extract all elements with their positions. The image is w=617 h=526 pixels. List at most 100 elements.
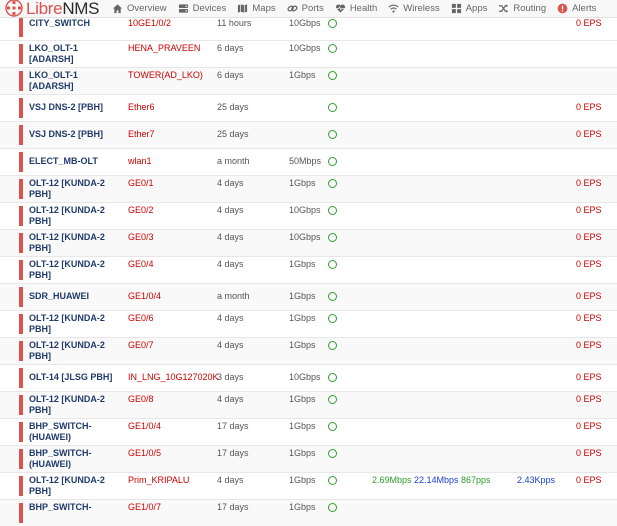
port-row[interactable]: OLT-12 [KUNDA-2 PBH] GE0/3 4 days 10Gbps… <box>0 229 617 256</box>
port-link[interactable]: GE0/8 <box>128 394 154 405</box>
status-bar <box>19 16 23 37</box>
speed-value: 10Gbps <box>289 372 321 382</box>
device-link[interactable]: OLT-12 [KUNDA-2 PBH] <box>29 394 121 416</box>
nav-wireless[interactable]: Wireless <box>388 0 440 17</box>
port-row[interactable]: LKO_OLT-1 [ADARSH] TOWER(AD_LKO) 6 days … <box>0 67 617 94</box>
nav-apps[interactable]: Apps <box>451 0 487 17</box>
nav-ports[interactable]: Ports <box>287 0 324 17</box>
device-link[interactable]: OLT-12 [KUNDA-2 PBH] <box>29 313 121 335</box>
speed-value: 10Gbps <box>289 43 321 53</box>
port-link[interactable]: GE1/0/7 <box>128 502 161 513</box>
device-link[interactable]: OLT-12 [KUNDA-2 PBH] <box>29 475 121 497</box>
port-link[interactable]: GE1/0/4 <box>128 421 161 432</box>
status-ok-icon <box>328 341 337 350</box>
speed-value: 50Mbps <box>289 156 322 166</box>
port-row[interactable]: OLT-14 [JLSG PBH] IN_LNG_10G127020K 3 da… <box>0 364 617 391</box>
port-link[interactable]: GE0/3 <box>128 232 154 243</box>
status-ok-icon <box>328 103 337 112</box>
nav-routing[interactable]: Routing <box>498 0 546 17</box>
status-bar <box>19 476 23 496</box>
status-bar <box>19 44 23 64</box>
speed-value: 1Gbps <box>289 394 316 404</box>
port-row[interactable]: OLT-12 [KUNDA-2 PBH] GE0/8 4 days 1Gbps … <box>0 391 617 418</box>
uptime-value: 17 days <box>217 421 249 431</box>
port-link[interactable]: IN_LNG_10G127020K <box>128 372 219 383</box>
uptime-value: 4 days <box>217 340 244 350</box>
port-link[interactable]: 10GE1/0/2 <box>128 18 171 29</box>
device-link[interactable]: OLT-12 [KUNDA-2 PBH] <box>29 259 121 281</box>
nav-maps[interactable]: Maps <box>237 0 276 17</box>
brand-name-libre: Libre <box>26 0 63 18</box>
port-row[interactable]: ELECT_MB-OLT wlan1 a month 50Mbps <box>0 148 617 175</box>
port-row[interactable]: OLT-12 [KUNDA-2 PBH] GE0/2 4 days 10Gbps… <box>0 202 617 229</box>
port-row[interactable]: SDR_HUAWEI GE1/0/4 a month 1Gbps 0 EPS <box>0 283 617 310</box>
status-bar <box>19 503 23 523</box>
port-row[interactable]: OLT-12 [KUNDA-2 PBH] GE0/6 4 days 1Gbps … <box>0 310 617 337</box>
port-link[interactable]: GE1/0/4 <box>128 291 161 302</box>
home-icon <box>112 4 123 14</box>
port-link[interactable]: TOWER(AD_LKO) <box>128 70 203 81</box>
uptime-value: 4 days <box>217 178 244 188</box>
device-link[interactable]: OLT-12 [KUNDA-2 PBH] <box>29 178 121 200</box>
port-row[interactable]: OLT-12 [KUNDA-2 PBH] GE0/7 4 days 1Gbps … <box>0 337 617 364</box>
device-link[interactable]: OLT-12 [KUNDA-2 PBH] <box>29 340 121 362</box>
eps-value: 0 EPS <box>576 205 602 215</box>
status-ok-icon <box>328 449 337 458</box>
device-link[interactable]: LKO_OLT-1 [ADARSH] <box>29 43 121 65</box>
port-link[interactable]: wlan1 <box>128 156 152 167</box>
port-row[interactable]: VSJ DNS-2 [PBH] Ether7 25 days 0 EPS <box>0 121 617 148</box>
port-link[interactable]: GE1/0/5 <box>128 448 161 459</box>
apps-grid-icon <box>451 3 461 14</box>
device-link[interactable]: OLT-14 [JLSG PBH] <box>29 372 121 383</box>
out-pps-value: 2.43Kpps <box>517 475 556 485</box>
speed-value: 1Gbps <box>289 421 316 431</box>
speed-value: 1Gbps <box>289 313 316 323</box>
nav-health[interactable]: Health <box>335 0 377 17</box>
device-link[interactable]: SDR_HUAWEI <box>29 291 121 302</box>
port-row[interactable]: BHP_SWITCH-(HUAWEI) GE1/0/4 17 days 1Gbp… <box>0 418 617 445</box>
port-row[interactable]: LKO_OLT-1 [ADARSH] HENA_PRAVEEN 6 days 1… <box>0 40 617 67</box>
port-link[interactable]: HENA_PRAVEEN <box>128 43 200 54</box>
port-row[interactable]: VSJ DNS-2 [PBH] Ether6 25 days 0 EPS <box>0 94 617 121</box>
top-navbar: LibreNMS Overview Devices Maps Ports Hea… <box>0 0 617 18</box>
uptime-value: 4 days <box>217 259 244 269</box>
status-ok-icon <box>328 19 337 28</box>
device-link[interactable]: VSJ DNS-2 [PBH] <box>29 129 121 140</box>
port-row[interactable]: OLT-12 [KUNDA-2 PBH] Prim_KRIPALU 4 days… <box>0 472 617 499</box>
device-link[interactable]: ELECT_MB-OLT <box>29 156 121 167</box>
device-link[interactable]: BHP_SWITCH-(HUAWEI) <box>29 421 121 443</box>
port-link[interactable]: GE0/6 <box>128 313 154 324</box>
port-row[interactable]: BHP_SWITCH- GE1/0/7 17 days 1Gbps <box>0 499 617 526</box>
heartbeat-icon <box>335 4 345 13</box>
device-link[interactable]: OLT-12 [KUNDA-2 PBH] <box>29 232 121 254</box>
status-bar <box>19 152 23 172</box>
eps-value: 0 EPS <box>576 340 602 350</box>
nav-overview[interactable]: Overview <box>112 0 167 17</box>
port-link[interactable]: Ether6 <box>128 102 155 113</box>
port-row[interactable]: OLT-12 [KUNDA-2 PBH] GE0/1 4 days 1Gbps … <box>0 175 617 202</box>
device-link[interactable]: CITY_SWITCH <box>29 18 121 29</box>
uptime-value: 4 days <box>217 205 244 215</box>
port-link[interactable]: Prim_KRIPALU <box>128 475 189 486</box>
nav-devices[interactable]: Devices <box>178 0 226 17</box>
port-link[interactable]: GE0/1 <box>128 178 154 189</box>
status-bar <box>19 422 23 442</box>
nav-alerts[interactable]: Alerts <box>557 0 596 17</box>
brand-logo-link[interactable]: LibreNMS <box>4 0 100 18</box>
device-link[interactable]: LKO_OLT-1 [ADARSH] <box>29 70 121 92</box>
port-row[interactable]: BHP_SWITCH-(HUAWEI) GE1/0/5 17 days 1Gbp… <box>0 445 617 472</box>
speed-value: 1Gbps <box>289 475 316 485</box>
device-link[interactable]: VSJ DNS-2 [PBH] <box>29 102 121 113</box>
device-link[interactable]: BHP_SWITCH-(HUAWEI) <box>29 448 121 470</box>
port-row[interactable]: OLT-12 [KUNDA-2 PBH] GE0/4 4 days 1Gbps … <box>0 256 617 283</box>
uptime-value: 6 days <box>217 70 244 80</box>
port-link[interactable]: Ether7 <box>128 129 155 140</box>
port-link[interactable]: GE0/7 <box>128 340 154 351</box>
port-link[interactable]: GE0/2 <box>128 205 154 216</box>
eps-value: 0 EPS <box>576 372 602 382</box>
device-link[interactable]: BHP_SWITCH- <box>29 502 121 513</box>
status-bar <box>19 368 23 388</box>
port-link[interactable]: GE0/4 <box>128 259 154 270</box>
device-link[interactable]: OLT-12 [KUNDA-2 PBH] <box>29 205 121 227</box>
port-row[interactable]: CITY_SWITCH 10GE1/0/2 11 hours 10Gbps 0 … <box>0 16 617 40</box>
